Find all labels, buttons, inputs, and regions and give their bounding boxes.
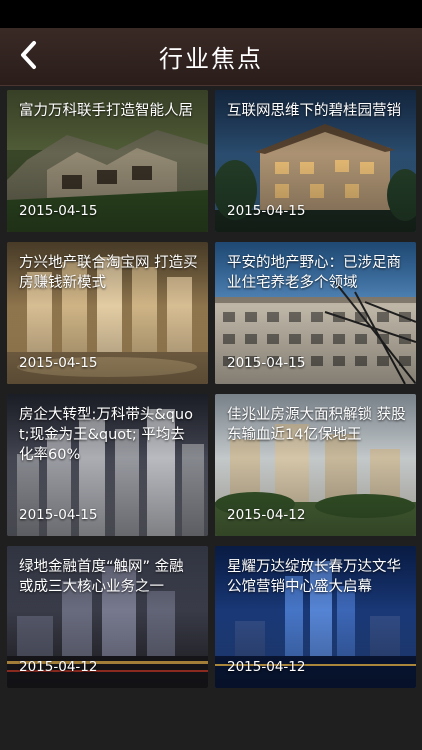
article-card[interactable]: 佳兆业房源大面积解锁 获股东输血近14亿保地王 2015-04-12 — [215, 394, 416, 536]
article-date: 2015-04-12 — [19, 659, 98, 675]
article-date: 2015-04-15 — [19, 355, 98, 371]
article-title: 星耀万达绽放长春万达文华公馆营销中心盛大启幕 — [227, 559, 401, 595]
back-button[interactable] — [6, 28, 52, 86]
article-date: 2015-04-12 — [227, 507, 306, 523]
article-date: 2015-04-12 — [227, 659, 306, 675]
article-card[interactable]: 富力万科联手打造智能人居 2015-04-15 — [7, 90, 208, 232]
article-title: 平安的地产野心：已涉足商业住宅养老多个领域 — [227, 255, 401, 291]
article-card[interactable]: 房企大转型:万科带头&quot;现金为王&quot; 平均去化率60% 2015… — [7, 394, 208, 536]
status-bar — [0, 0, 422, 28]
article-card[interactable]: 绿地金融首度“触网” 金融或成三大核心业务之一 2015-04-12 — [7, 546, 208, 688]
app-header: 行业焦点 — [0, 28, 422, 86]
article-date: 2015-04-15 — [227, 355, 306, 371]
article-date: 2015-04-15 — [227, 203, 306, 219]
article-title: 房企大转型:万科带头&quot;现金为王&quot; 平均去化率60% — [19, 407, 193, 463]
article-card[interactable]: 星耀万达绽放长春万达文华公馆营销中心盛大启幕 2015-04-12 — [215, 546, 416, 688]
page-title: 行业焦点 — [159, 45, 263, 73]
article-card[interactable]: 方兴地产联合淘宝网 打造买房赚钱新模式 2015-04-15 — [7, 242, 208, 384]
article-card[interactable]: 互联网思维下的碧桂园营销 2015-04-15 — [215, 90, 416, 232]
article-title: 方兴地产联合淘宝网 打造买房赚钱新模式 — [19, 255, 198, 291]
article-title: 互联网思维下的碧桂园营销 — [227, 103, 401, 119]
article-title: 绿地金融首度“触网” 金融或成三大核心业务之一 — [19, 559, 184, 595]
article-card[interactable]: 平安的地产野心：已涉足商业住宅养老多个领域 2015-04-15 — [215, 242, 416, 384]
article-date: 2015-04-15 — [19, 507, 98, 523]
chevron-left-icon — [18, 40, 40, 74]
article-title: 佳兆业房源大面积解锁 获股东输血近14亿保地王 — [227, 407, 406, 443]
article-date: 2015-04-15 — [19, 203, 98, 219]
article-title: 富力万科联手打造智能人居 — [19, 103, 193, 119]
article-grid: 富力万科联手打造智能人居 2015-04-15 互联网思维下的碧桂园营销 201… — [0, 87, 422, 750]
